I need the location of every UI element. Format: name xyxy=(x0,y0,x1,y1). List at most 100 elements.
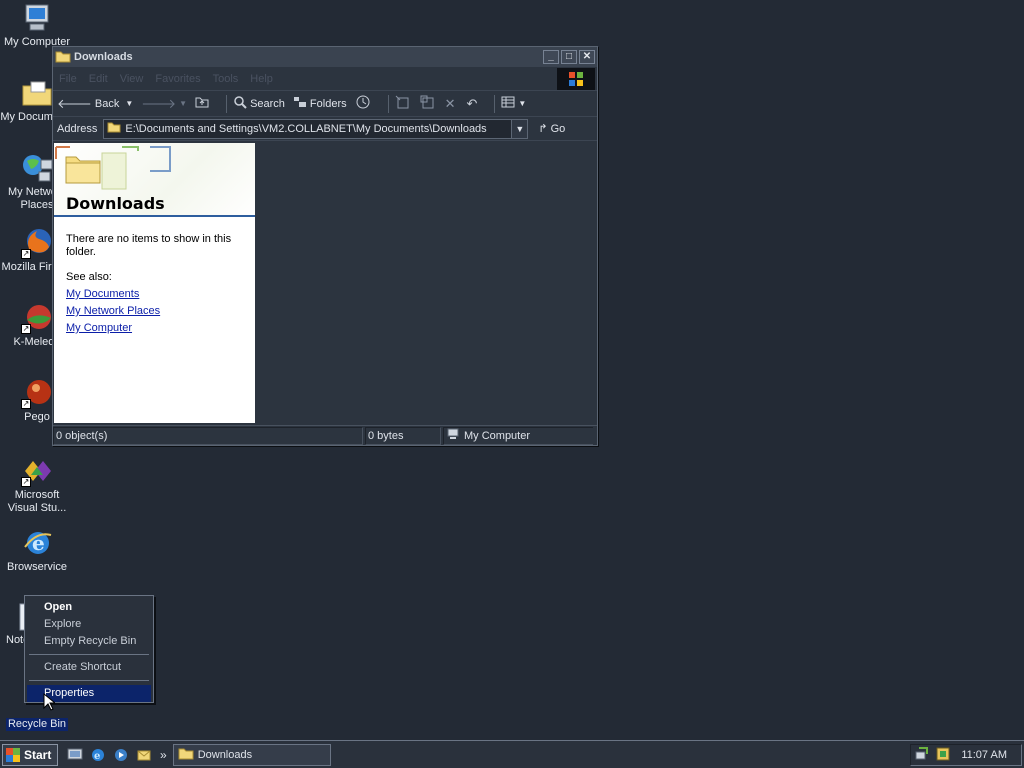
back-button[interactable]: 🡐 Back ▼ xyxy=(57,96,133,112)
window-title: Downloads xyxy=(74,51,133,63)
status-size: 0 bytes xyxy=(365,426,441,445)
status-size-text: 0 bytes xyxy=(368,429,404,442)
move-to-button[interactable] xyxy=(395,95,412,112)
context-menu: Open Explore Empty Recycle Bin Create Sh… xyxy=(24,595,154,703)
menu-tools[interactable]: Tools xyxy=(213,73,239,85)
system-tray: 11:07 AM xyxy=(910,744,1022,766)
back-arrow-icon: 🡐 xyxy=(57,95,92,111)
move-to-icon xyxy=(395,95,409,112)
my-computer-icon xyxy=(21,2,53,34)
task-pane-header: Downloads xyxy=(54,143,255,217)
desktop-icon-recycle-bin[interactable]: Recycle Bin xyxy=(0,702,74,731)
menu-item-open[interactable]: Open xyxy=(27,599,151,616)
shortcut-arrow-icon: ↗ xyxy=(21,324,31,334)
menu-edit[interactable]: Edit xyxy=(89,73,108,85)
outlook-express-icon[interactable] xyxy=(135,746,153,764)
menu-favorites[interactable]: Favorites xyxy=(155,73,200,85)
desktop-icon-browservice[interactable]: e Browservice xyxy=(0,527,74,574)
views-icon xyxy=(501,96,515,111)
task-pane-title: Downloads xyxy=(66,194,165,213)
empty-folder-message: There are no items to show in this folde… xyxy=(66,233,232,258)
go-label: Go xyxy=(550,122,566,135)
back-dropdown-icon[interactable]: ▼ xyxy=(125,99,133,108)
views-button[interactable]: ▼ xyxy=(501,96,526,111)
go-arrow-icon: ↱ xyxy=(538,123,548,135)
desktop-icon-visual-studio[interactable]: ↗ Microsoft Visual Stu... xyxy=(0,455,74,515)
undo-icon: ↶ xyxy=(466,95,478,111)
menu-view[interactable]: View xyxy=(120,73,144,85)
menu-item-explore[interactable]: Explore xyxy=(27,616,151,633)
folder-icon xyxy=(55,49,71,66)
history-icon xyxy=(355,94,371,113)
maximize-button[interactable]: □ xyxy=(561,50,577,64)
app-tray-icon[interactable] xyxy=(935,746,951,765)
desktop-icon-notepad[interactable]: Notepad xyxy=(0,602,24,647)
file-list-area[interactable] xyxy=(255,143,597,423)
forward-dropdown-icon[interactable]: ▼ xyxy=(179,99,187,108)
show-desktop-icon[interactable] xyxy=(66,746,84,764)
minimize-button[interactable]: _ xyxy=(543,50,559,64)
close-button[interactable]: ✕ xyxy=(579,50,595,64)
folders-button[interactable]: Folders xyxy=(293,96,347,111)
status-location-text: My Computer xyxy=(464,429,531,442)
window-titlebar[interactable]: Downloads _ □ ✕ xyxy=(53,47,597,67)
my-documents-icon xyxy=(21,77,53,109)
toolbar-separator xyxy=(387,94,389,113)
address-value: E:\Documents and Settings\VM2.COLLABNET\… xyxy=(125,122,487,135)
up-folder-button[interactable] xyxy=(195,96,212,111)
undo-button[interactable]: ↶ xyxy=(467,96,481,112)
link-my-documents[interactable]: My Documents xyxy=(66,288,243,301)
visual-studio-icon: ↗ xyxy=(21,455,53,487)
folders-icon xyxy=(293,96,307,111)
link-my-computer[interactable]: My Computer xyxy=(66,322,243,335)
status-bar: 0 object(s) 0 bytes My Computer xyxy=(53,425,597,445)
internet-explorer-icon[interactable]: e xyxy=(89,746,107,764)
link-my-network-places[interactable]: My Network Places xyxy=(66,305,243,318)
search-label: Search xyxy=(250,97,285,110)
toolbar-separator xyxy=(494,94,496,113)
windows-media-icon[interactable] xyxy=(112,746,130,764)
standard-toolbar: 🡐 Back ▼ 🡒 ▼ Search Folders ✕ ↶ ▼ xyxy=(53,91,597,117)
taskbar-button-downloads[interactable]: Downloads xyxy=(172,743,331,766)
task-pane-body: There are no items to show in this folde… xyxy=(54,217,255,355)
windows-logo-icon xyxy=(6,747,20,762)
folder-icon xyxy=(107,121,121,136)
copy-to-icon xyxy=(420,95,434,112)
mouse-cursor-icon xyxy=(43,692,57,714)
delete-button[interactable]: ✕ xyxy=(445,96,459,112)
explorer-window[interactable]: Downloads _ □ ✕ File Edit View Favorites… xyxy=(52,46,598,446)
desktop-icon-label: Recycle Bin xyxy=(5,718,69,731)
shortcut-arrow-icon: ↗ xyxy=(21,399,31,409)
search-icon xyxy=(233,95,247,112)
menu-item-create-shortcut[interactable]: Create Shortcut xyxy=(27,659,151,676)
clock[interactable]: 11:07 AM xyxy=(961,749,1007,761)
desktop-icon-my-computer[interactable]: My Computer xyxy=(0,2,74,49)
menu-help[interactable]: Help xyxy=(250,73,273,85)
network-places-icon xyxy=(21,152,53,184)
start-button[interactable]: Start xyxy=(2,743,58,766)
views-dropdown-icon[interactable]: ▼ xyxy=(518,99,526,108)
chevron-right-icon[interactable]: » xyxy=(160,748,167,762)
status-objects-text: 0 object(s) xyxy=(56,429,108,442)
k-meleon-icon: ↗ xyxy=(21,302,53,334)
folder-banner-icon xyxy=(55,146,171,190)
network-tray-icon[interactable] xyxy=(915,746,931,765)
forward-button[interactable]: 🡒 ▼ xyxy=(141,96,187,112)
status-object-count: 0 object(s) xyxy=(53,426,363,445)
address-input[interactable]: E:\Documents and Settings\VM2.COLLABNET\… xyxy=(103,118,529,139)
address-dropdown-icon[interactable]: ▼ xyxy=(511,119,528,138)
history-button[interactable] xyxy=(355,94,374,113)
delete-icon: ✕ xyxy=(444,95,456,111)
menu-bar: File Edit View Favorites Tools Help xyxy=(53,67,597,91)
copy-to-button[interactable] xyxy=(420,95,437,112)
toolbar-separator xyxy=(226,94,228,113)
search-button[interactable]: Search xyxy=(233,95,285,112)
menu-file[interactable]: File xyxy=(59,73,77,85)
menu-separator xyxy=(29,654,149,655)
shortcut-arrow-icon: ↗ xyxy=(21,477,31,487)
go-button[interactable]: ↱ Go xyxy=(538,122,566,136)
start-label: Start xyxy=(24,747,52,762)
menu-item-empty-recycle-bin[interactable]: Empty Recycle Bin xyxy=(27,633,151,650)
status-location: My Computer xyxy=(443,426,593,445)
windows-logo-icon xyxy=(557,68,595,90)
